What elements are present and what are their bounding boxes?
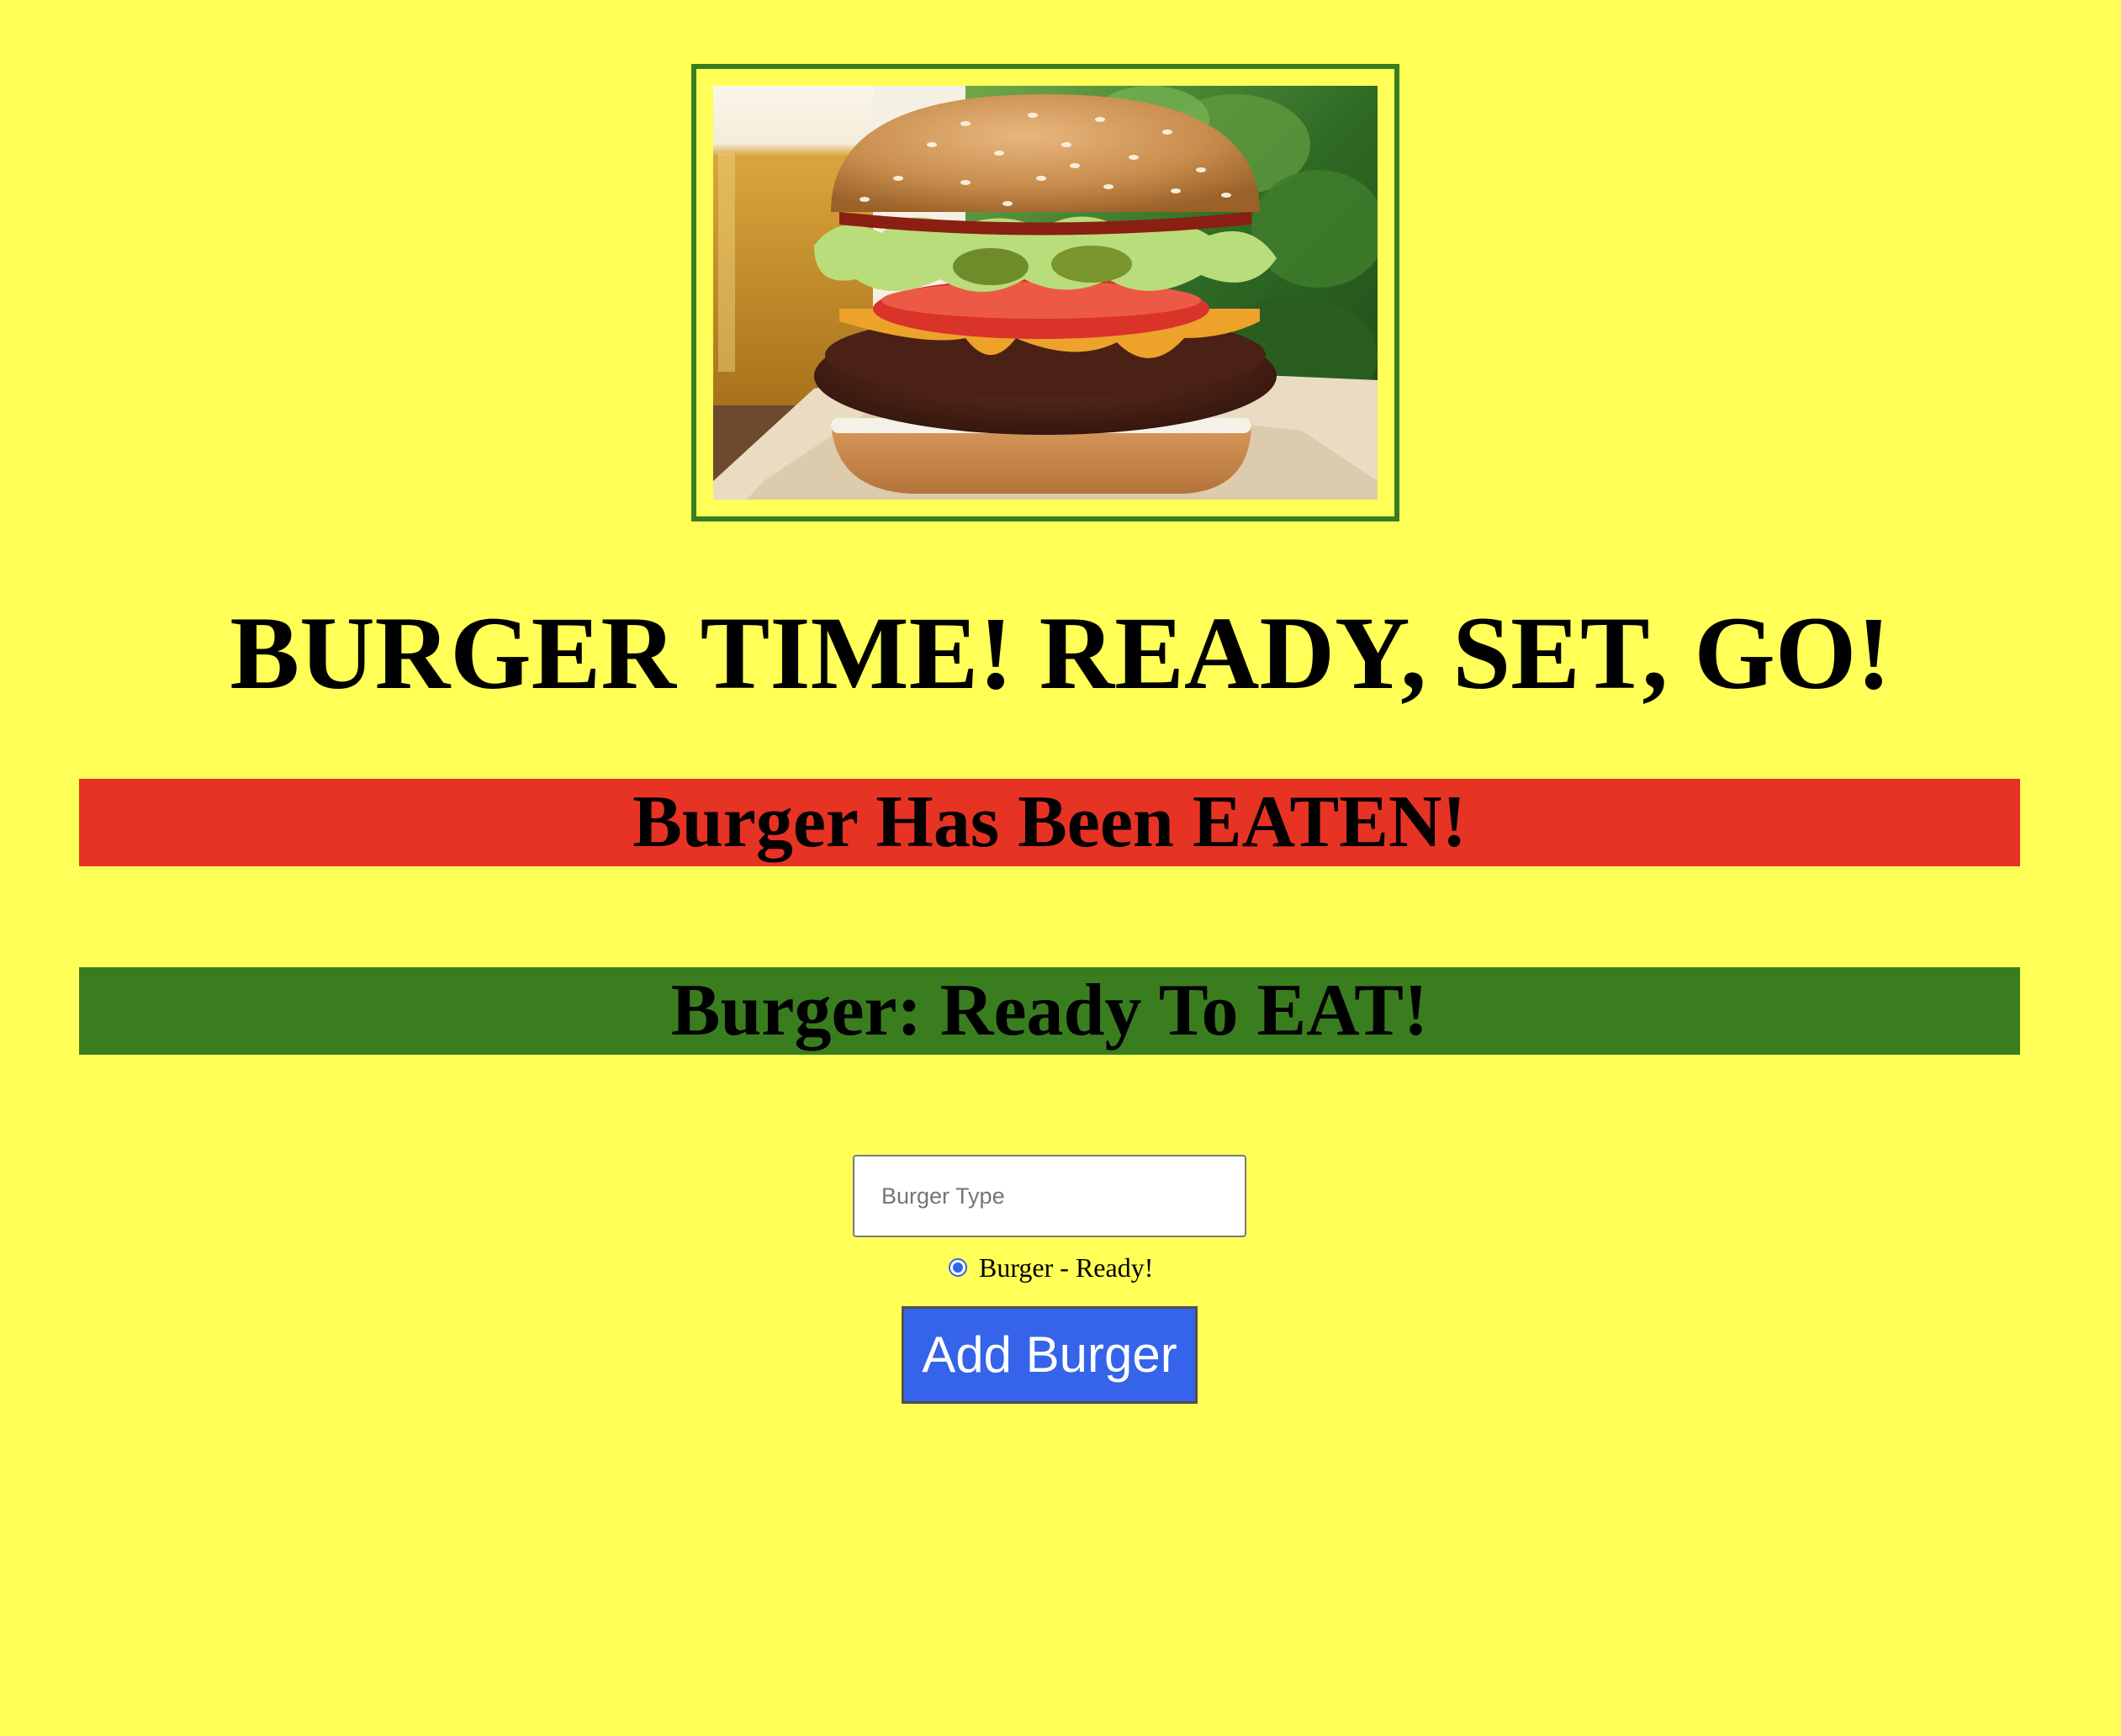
ready-radio-button[interactable] — [949, 1258, 967, 1277]
eaten-section-heading: Burger Has Been EATEN! — [79, 779, 2020, 866]
hero-image-frame — [691, 64, 1399, 521]
ready-radio-label: Burger - Ready! — [979, 1252, 1154, 1283]
burger-type-input[interactable] — [853, 1155, 1246, 1237]
ready-radio-option[interactable]: Burger - Ready! — [949, 1249, 1153, 1286]
burger-illustration — [713, 86, 1378, 500]
add-burger-form: Burger - Ready! Add Burger — [0, 1155, 2121, 1407]
burger-hero-image — [713, 86, 1378, 500]
radio-selected-dot — [953, 1262, 963, 1273]
add-burger-button[interactable]: Add Burger — [902, 1306, 1198, 1404]
ready-section-heading: Burger: Ready To EAT! — [79, 967, 2020, 1055]
page-title: BURGER TIME! READY, SET, GO! — [230, 595, 1891, 711]
